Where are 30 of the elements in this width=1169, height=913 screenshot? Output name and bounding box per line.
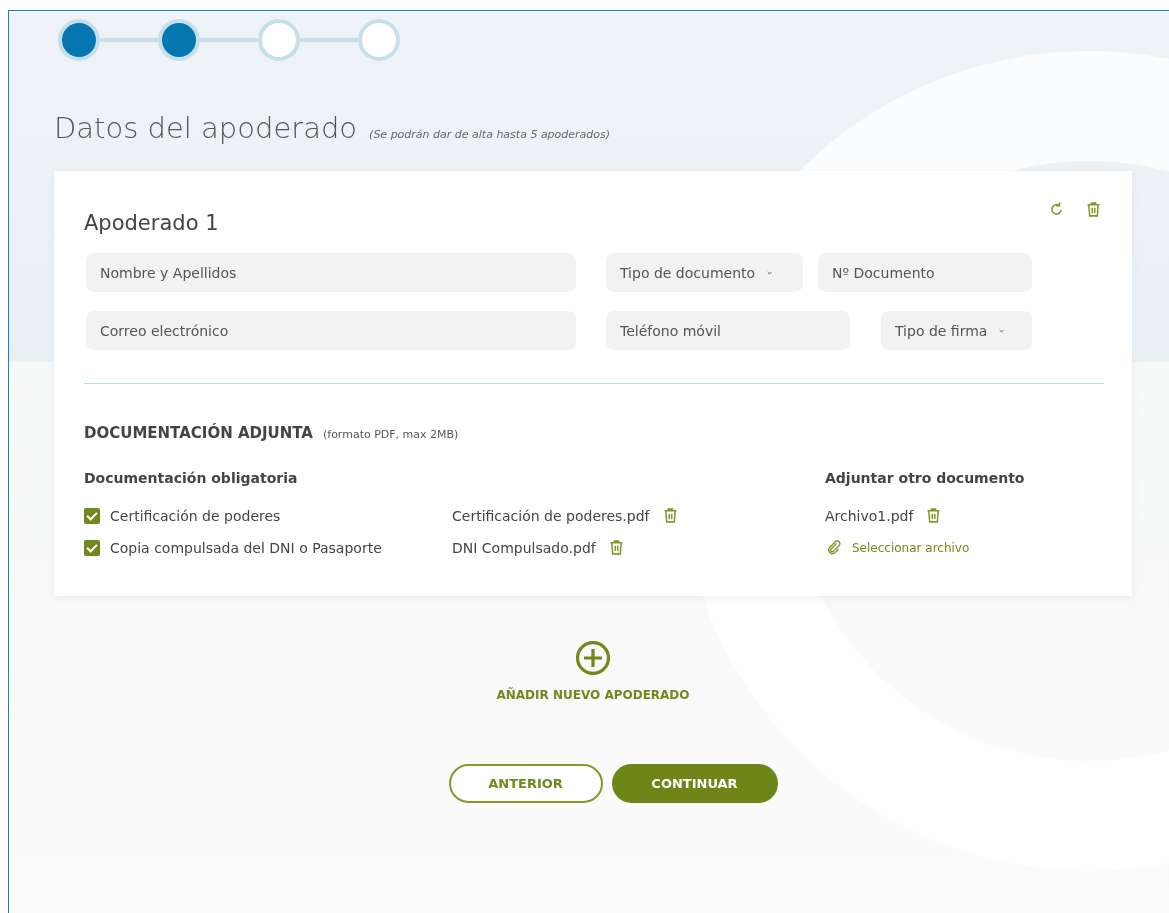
caret-icon (765, 269, 775, 276)
continue-button[interactable]: CONTINUAR (611, 764, 778, 803)
input-field[interactable]: Nombre y Apellidos (86, 253, 576, 292)
column-title: Documentación obligatoria (84, 470, 299, 486)
add-link[interactable]: AÑADIR NUEVO APODERADO (496, 688, 690, 702)
checkbox[interactable] (84, 539, 100, 556)
select-field[interactable]: Tipo de documento (606, 253, 803, 292)
input-field[interactable]: Nº Documento (818, 253, 1032, 292)
select-file-link[interactable]: Seleccionar archivo (852, 540, 970, 555)
file-name: Archivo1.pdf (825, 507, 914, 524)
section-note: (formato PDF, max 2MB) (322, 428, 459, 441)
section-title: DOCUMENTACIÓN ADJUNTA (84, 424, 313, 442)
select-field[interactable]: Tipo de firma (881, 311, 1032, 350)
card-heading: Apoderado 1 (84, 211, 219, 235)
input-field[interactable]: Correo electrónico (86, 311, 576, 350)
file-name: Certificación de poderes.pdf (452, 507, 650, 524)
trash-icon[interactable] (1085, 201, 1102, 218)
input-field[interactable]: Teléfono móvil (606, 311, 850, 350)
checkbox-label: Certificación de poderes (110, 507, 281, 524)
column-title: Adjuntar otro documento (825, 470, 1026, 486)
caret-icon (997, 327, 1007, 334)
back-button[interactable]: ANTERIOR (448, 764, 603, 803)
page-subtitle: (Se podrán dar de alta hasta 5 apoderados) (369, 128, 611, 141)
add-icon[interactable] (575, 640, 611, 676)
refresh-icon[interactable] (1048, 201, 1065, 218)
page-title: Datos del apoderado (54, 111, 358, 145)
checkbox-label: Copia compulsada del DNI o Pasaporte (110, 539, 382, 556)
file-name: DNI Compulsado.pdf (452, 539, 596, 556)
checkbox[interactable] (84, 507, 100, 524)
paperclip-icon[interactable] (825, 539, 842, 556)
